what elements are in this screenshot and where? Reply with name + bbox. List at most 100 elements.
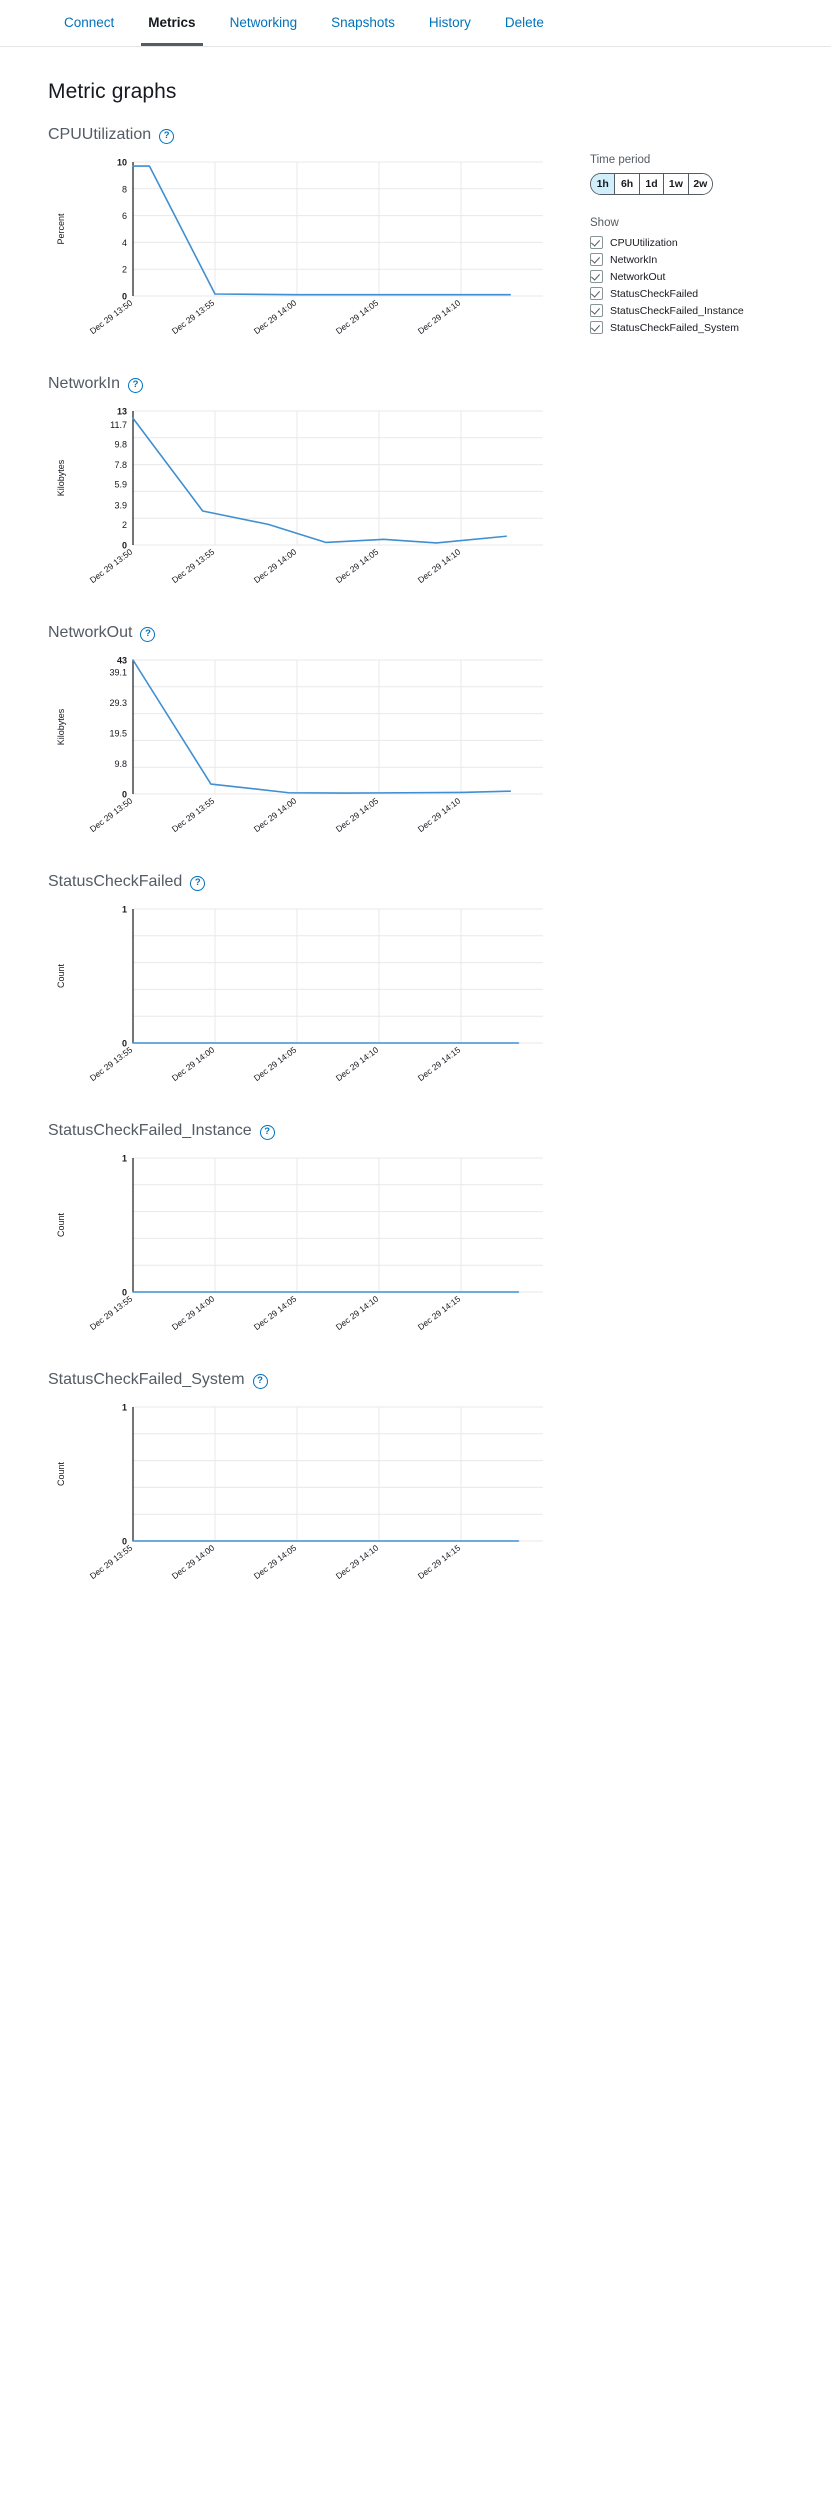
metric-checkbox-cpuutilization[interactable]: CPUUtilization [590,236,820,249]
checkbox-checked-icon[interactable] [590,253,603,266]
chart-title-text: CPUUtilization [48,126,152,143]
checkbox-checked-icon[interactable] [590,304,603,317]
x-tick-label: Dec 29 14:10 [334,1542,381,1581]
data-line-networkout [132,659,512,794]
chart-title-text: StatusCheckFailed_Instance [48,1122,252,1139]
chart-title-text: StatusCheckFailed_System [48,1371,245,1388]
tab-snapshots[interactable]: Snapshots [314,0,412,46]
tab-label: Delete [504,15,544,30]
metric-checkbox-label: StatusCheckFailed_System [610,321,739,334]
y-tick-label: 19.5 [109,729,127,739]
x-tick-label: Dec 29 14:10 [416,795,463,834]
help-icon[interactable]: ? [128,377,144,393]
chart-title: StatusCheckFailed_Instance? [48,1122,831,1140]
x-tick-label: Dec 29 14:15 [416,1542,463,1581]
chart-block-networkout: NetworkOut? 0 9.8 19.5 29.3 39.1 43 Kilobytes De… [48,602,831,851]
help-icon[interactable]: ? [190,875,206,891]
x-tick-label: Dec 29 14:00 [252,297,299,336]
y-tick-label: 6 [122,211,127,221]
x-tick-label: Dec 29 14:15 [416,1293,463,1332]
x-tick-label: Dec 29 14:00 [170,1293,217,1332]
metric-checkbox-statuscheckfailed_system[interactable]: StatusCheckFailed_System [590,321,820,334]
y-tick-label: 39.1 [109,668,127,678]
checkbox-checked-icon[interactable] [590,321,603,334]
chart-title: StatusCheckFailed? [48,873,831,891]
tab-label: Snapshots [331,15,395,30]
time-period-option-1h[interactable]: 1h [591,174,616,194]
tab-label: Metrics [148,15,196,30]
y-tick-label: 8 [122,184,127,194]
x-tick-label: Dec 29 14:00 [170,1044,217,1083]
metric-checkbox-statuscheckfailed_instance[interactable]: StatusCheckFailed_Instance [590,304,820,317]
y-tick-label: 9.8 [114,439,127,449]
y-tick-label: 10 [117,158,127,168]
x-tick-label: Dec 29 14:05 [334,546,381,585]
x-tick-label: Dec 29 13:55 [170,297,217,336]
x-tick-label: Dec 29 14:15 [416,1044,463,1083]
y-axis-title: Kilobytes [56,708,66,745]
x-tick-label: Dec 29 13:55 [88,1542,135,1581]
chart-title: CPUUtilization? [48,126,831,144]
x-tick-label: Dec 29 13:55 [88,1293,135,1332]
chart-svg: 023.95.97.89.811.713KilobytesDec 29 13:5… [56,407,543,585]
x-tick-label: Dec 29 14:10 [334,1293,381,1332]
chart-block-statuscheckfailed_system: StatusCheckFailed_System? 0 1 Count Dec 29 1… [48,1349,831,1598]
tab-connect[interactable]: Connect [47,0,131,46]
metrics-body: CPUUtilization? 0 2 4 6 8 10 Percent Dec 29 13:5… [0,104,831,1638]
show-label: Show [590,217,619,229]
chart-title-text: StatusCheckFailed [48,873,183,890]
x-tick-label: Dec 29 14:05 [252,1044,299,1083]
metric-checkbox-label: StatusCheckFailed [610,287,699,300]
metric-checkbox-label: NetworkOut [610,270,666,283]
tab-history[interactable]: History [412,0,488,46]
x-tick-label: Dec 29 14:10 [416,546,463,585]
y-axis-title: Count [56,964,66,989]
checkbox-checked-icon[interactable] [590,287,603,300]
y-tick-label: 2 [122,520,127,530]
help-icon[interactable]: ? [252,1373,268,1389]
x-tick-label: Dec 29 13:50 [88,795,135,834]
metric-checkbox-statuscheckfailed[interactable]: StatusCheckFailed [590,287,820,300]
x-tick-label: Dec 29 14:05 [252,1293,299,1332]
time-period-option-1d[interactable]: 1d [639,174,665,194]
time-period-option-2w[interactable]: 2w [688,174,712,194]
x-tick-label: Dec 29 14:00 [170,1542,217,1581]
chart-block-statuscheckfailed_instance: StatusCheckFailed_Instance? 0 1 Count Dec 29… [48,1100,831,1349]
metrics-page: Connect Metrics Networking Snapshots History… [0,0,831,2496]
show-section: Show CPUUtilization NetworkIn NetworkOut St… [590,217,820,334]
chart-block-statuscheckfailed: StatusCheckFailed? 0 1 Count Dec 29 13:55 Dec… [48,851,831,1100]
y-tick-label: 4 [122,238,127,248]
y-axis-title: Count [56,1213,66,1238]
chart-block-networkin: NetworkIn? 0 2 3.9 5.9 7.8 9.8 11.7 13 Kilobytes D… [48,353,831,602]
data-line-networkin [132,417,507,544]
help-icon[interactable]: ? [140,626,156,642]
metric-checkbox-networkout[interactable]: NetworkOut [590,270,820,283]
time-period-option-6h[interactable]: 6h [615,174,640,194]
x-tick-label: Dec 29 13:50 [88,546,135,585]
time-period-label: Time period [590,154,651,166]
time-period-option-1w[interactable]: 1w [664,174,689,194]
time-period-segmented-control[interactable]: 1h 6h 1d 1w 2w [590,173,713,195]
checkbox-checked-icon[interactable] [590,270,603,283]
y-tick-label: 5.9 [114,480,127,490]
page-title: Metric graphs [48,80,177,103]
tab-delete[interactable]: Delete [488,0,561,46]
tab-label: Connect [64,15,115,30]
x-tick-label: Dec 29 14:10 [334,1044,381,1083]
x-tick-label: Dec 29 14:00 [252,546,299,585]
help-icon[interactable]: ? [159,128,175,144]
chart-title-text: NetworkIn [48,375,121,392]
metric-checkbox-label: StatusCheckFailed_Instance [610,304,744,317]
x-tick-label: Dec 29 14:05 [334,795,381,834]
help-icon[interactable]: ? [259,1124,275,1140]
metric-checkbox-label: CPUUtilization [610,236,678,249]
x-tick-label: Dec 29 14:10 [416,297,463,336]
tab-bar: Connect Metrics Networking Snapshots History… [0,0,831,47]
tab-label: History [428,15,471,30]
checkbox-checked-icon[interactable] [590,236,603,249]
tab-networking[interactable]: Networking [213,0,315,46]
chart-svg: 01CountDec 29 13:55 Dec 29 14:00 Dec 29 14… [56,1154,543,1332]
tab-metrics[interactable]: Metrics [131,0,212,46]
metric-checkbox-networkin[interactable]: NetworkIn [590,253,820,266]
chart-title: StatusCheckFailed_System? [48,1371,831,1389]
